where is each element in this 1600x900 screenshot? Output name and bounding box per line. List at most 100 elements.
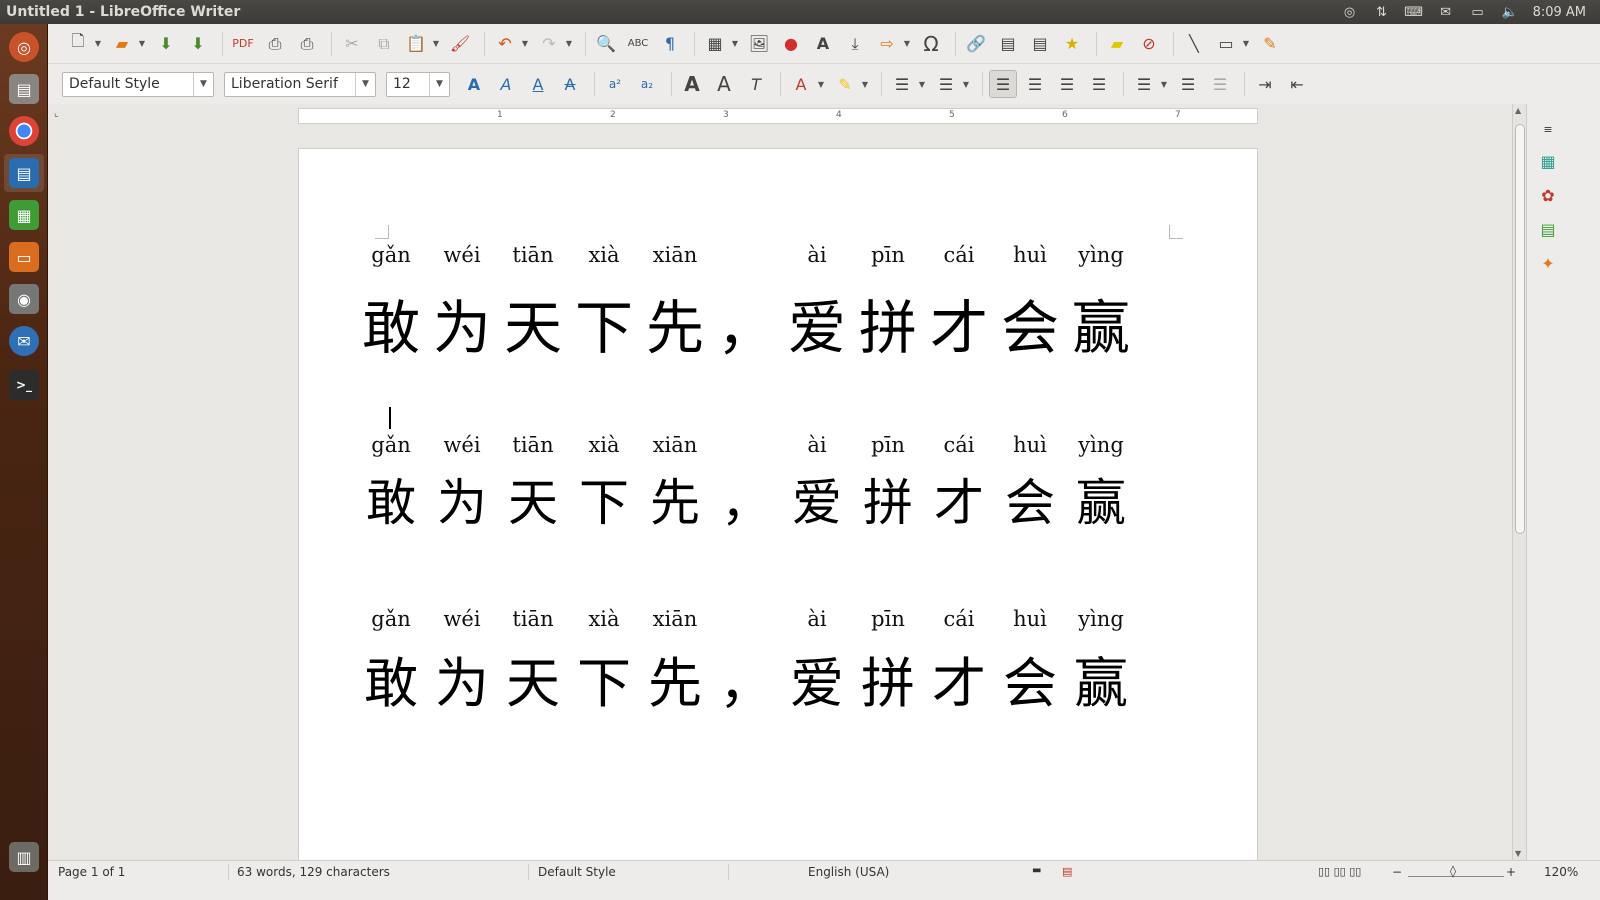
numbering-dropdown-icon[interactable]: ▼ <box>960 70 972 98</box>
page-style[interactable]: Default Style <box>538 865 616 879</box>
font-color-dropdown-icon[interactable]: ▼ <box>815 70 827 98</box>
tab-stop-icon[interactable]: ⌞ <box>54 108 59 119</box>
special-character-icon[interactable]: Ω <box>917 30 945 58</box>
subscript-icon[interactable]: a₂ <box>633 70 661 98</box>
files-icon[interactable]: ▤ <box>4 70 44 108</box>
chevron-down-icon[interactable]: ▼ <box>429 72 449 96</box>
table-dropdown-icon[interactable]: ▼ <box>729 30 741 58</box>
superscript-icon[interactable]: a² <box>601 70 629 98</box>
find-replace-icon[interactable]: 🔍 <box>592 30 620 58</box>
basic-shapes-icon[interactable]: ▭ <box>1212 30 1240 58</box>
document-page[interactable]: gǎn wéi tiān xià xiān ài pīn cái huì yìng 敢为天下先，爱拼… <box>298 148 1258 860</box>
bullets-dropdown-icon[interactable]: ▼ <box>916 70 928 98</box>
font-size-select[interactable]: 12 ▼ <box>386 71 450 97</box>
track-changes-icon[interactable]: ⊘ <box>1135 30 1163 58</box>
clear-formatting-icon[interactable]: T <box>742 70 770 98</box>
insert-footnote-icon[interactable]: ▤ <box>994 30 1022 58</box>
italic-icon[interactable]: A <box>492 70 520 98</box>
volume-icon[interactable]: 🔈 <box>1501 5 1519 20</box>
justify-icon[interactable]: ☰ <box>1085 70 1113 98</box>
chevron-down-icon[interactable]: ▼ <box>193 72 213 96</box>
camera-icon[interactable]: ◉ <box>4 280 44 318</box>
dash-home-icon[interactable]: ◎ <box>4 28 44 66</box>
network-arrows-icon[interactable]: ⇅ <box>1373 5 1391 20</box>
shrink-font-icon[interactable]: A <box>710 70 738 98</box>
line-spacing-icon[interactable]: ☰ <box>1130 70 1158 98</box>
vertical-scrollbar[interactable]: ▲ ▼ <box>1512 104 1526 860</box>
navigator-icon[interactable]: ✦ <box>1535 250 1561 276</box>
zoom-level[interactable]: 120% <box>1544 865 1578 879</box>
print-icon[interactable]: ⎙ <box>261 30 289 58</box>
insert-endnote-icon[interactable]: ▤ <box>1026 30 1054 58</box>
paragraph-style-select[interactable]: Default Style ▼ <box>62 71 214 97</box>
copy-icon[interactable]: ⧉ <box>370 30 398 58</box>
undo-dropdown-icon[interactable]: ▼ <box>519 30 531 58</box>
scroll-down-icon[interactable]: ▼ <box>1515 849 1521 858</box>
cut-icon[interactable]: ✂ <box>338 30 366 58</box>
save-as-icon[interactable]: ⬇ <box>184 30 212 58</box>
decrease-paragraph-spacing-icon[interactable]: ☰ <box>1206 70 1234 98</box>
scrollbar-thumb[interactable] <box>1515 124 1525 534</box>
new-document-icon[interactable]: 🗋 <box>64 30 92 58</box>
paste-icon[interactable]: 📋 <box>402 30 430 58</box>
align-left-icon[interactable]: ☰ <box>989 70 1017 98</box>
language[interactable]: English (USA) <box>808 865 889 879</box>
insert-image-icon[interactable]: 🖼 <box>745 30 773 58</box>
increase-paragraph-spacing-icon[interactable]: ☰ <box>1174 70 1202 98</box>
zoom-slider-handle[interactable]: ◊ <box>1450 864 1456 878</box>
thunderbird-icon[interactable]: ✉ <box>4 322 44 360</box>
font-name-select[interactable]: Liberation Serif ▼ <box>224 71 376 97</box>
comment-icon[interactable]: ▰ <box>1103 30 1131 58</box>
bullets-icon[interactable]: ☰ <box>888 70 916 98</box>
insert-table-icon[interactable]: ▦ <box>701 30 729 58</box>
clock[interactable]: 8:09 AM <box>1533 5 1586 20</box>
impress-icon[interactable]: ▭ <box>4 238 44 276</box>
insert-field-icon[interactable]: ⇨ <box>873 30 901 58</box>
formatting-marks-icon[interactable]: ¶ <box>656 30 684 58</box>
line-spacing-dropdown-icon[interactable]: ▼ <box>1158 70 1170 98</box>
increase-indent-icon[interactable]: ⇥ <box>1251 70 1279 98</box>
insert-textbox-icon[interactable]: A <box>809 30 837 58</box>
print-preview-icon[interactable]: ⎙ <box>293 30 321 58</box>
properties-icon[interactable]: ▦ <box>1535 148 1561 174</box>
clone-formatting-icon[interactable]: 🖌 <box>446 30 474 58</box>
paste-dropdown-icon[interactable]: ▼ <box>430 30 442 58</box>
writer-icon[interactable]: ▤ <box>4 154 44 192</box>
underline-icon[interactable]: A <box>524 70 552 98</box>
insert-mode-icon[interactable]: ▬ <box>1032 865 1041 876</box>
draw-functions-icon[interactable]: ✎ <box>1256 30 1284 58</box>
zoom-out-icon[interactable]: − <box>1392 865 1402 879</box>
bold-icon[interactable]: A <box>460 70 488 98</box>
word-count[interactable]: 63 words, 129 characters <box>237 865 390 879</box>
horizontal-ruler[interactable]: 1 2 3 4 5 6 7 <box>298 108 1258 124</box>
mail-icon[interactable]: ✉ <box>1437 5 1455 20</box>
insert-hyperlink-icon[interactable]: 🔗 <box>962 30 990 58</box>
chevron-down-icon[interactable]: ▼ <box>355 72 375 96</box>
redo-dropdown-icon[interactable]: ▼ <box>563 30 575 58</box>
chrome-icon[interactable] <box>4 112 44 150</box>
highlight-dropdown-icon[interactable]: ▼ <box>859 70 871 98</box>
sidebar-menu-icon[interactable]: ≡ <box>1535 116 1561 142</box>
new-dropdown-icon[interactable]: ▼ <box>92 30 104 58</box>
field-dropdown-icon[interactable]: ▼ <box>901 30 913 58</box>
export-pdf-icon[interactable]: PDF <box>229 30 257 58</box>
terminal-icon[interactable]: >_ <box>4 366 44 404</box>
gallery-icon[interactable]: ▤ <box>1535 216 1561 242</box>
grow-font-icon[interactable]: A <box>678 70 706 98</box>
align-right-icon[interactable]: ☰ <box>1053 70 1081 98</box>
strikethrough-icon[interactable]: A <box>556 70 584 98</box>
trash-icon[interactable]: ▥ <box>4 838 44 876</box>
spelling-icon[interactable]: ABC <box>624 30 652 58</box>
battery-icon[interactable]: ▭ <box>1469 5 1487 20</box>
zoom-slider[interactable] <box>1408 867 1504 877</box>
undo-icon[interactable]: ↶ <box>491 30 519 58</box>
highlight-color-icon[interactable]: ✎ <box>831 70 859 98</box>
insert-chart-icon[interactable]: ● <box>777 30 805 58</box>
save-icon[interactable]: ⬇ <box>152 30 180 58</box>
scroll-up-icon[interactable]: ▲ <box>1515 106 1521 115</box>
calc-icon[interactable]: ▦ <box>4 196 44 234</box>
zoom-in-icon[interactable]: + <box>1506 865 1516 879</box>
keyboard-input-icon[interactable]: ⌨ <box>1404 5 1423 20</box>
chrome-sync-icon[interactable]: ◎ <box>1341 5 1359 20</box>
view-layout-icons[interactable]: ▯▯ ▯▯ ▯▯ <box>1318 865 1361 878</box>
